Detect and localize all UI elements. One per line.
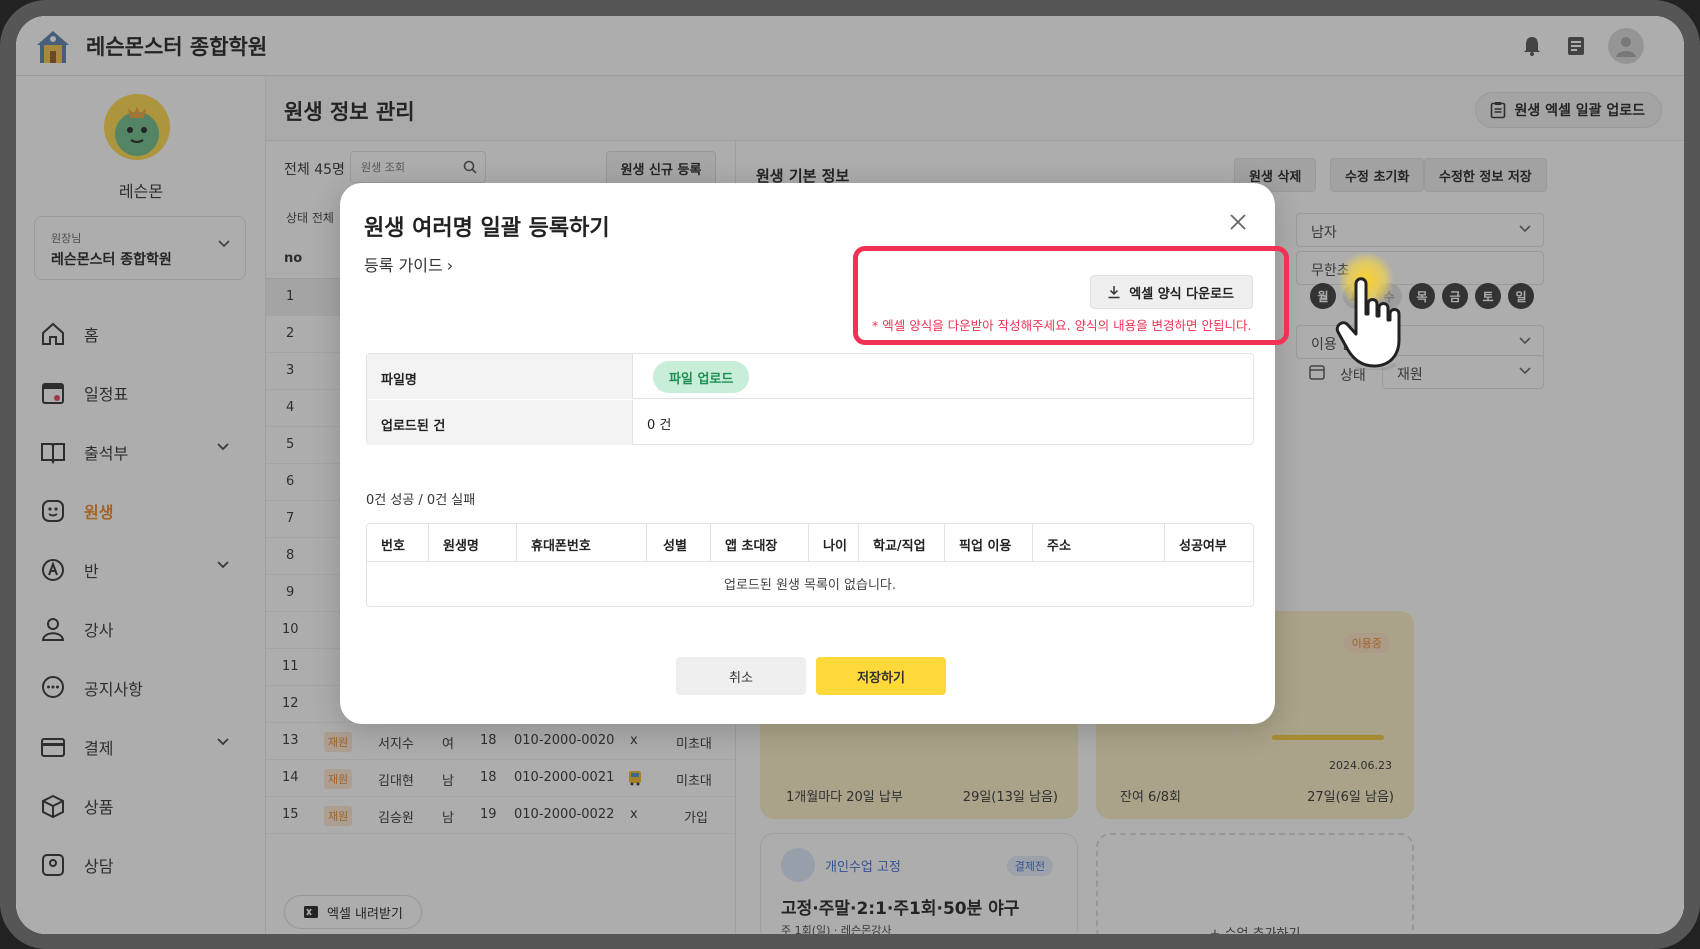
- warning-text: * 엑셀 양식을 다운받아 작성해주세요. 양식의 내용을 변경하면 안됩니다.: [872, 318, 1252, 333]
- chevron-right-icon: ›: [446, 256, 454, 275]
- save-button[interactable]: 저장하기: [816, 657, 946, 695]
- close-icon[interactable]: [1225, 209, 1251, 235]
- col-age: 나이: [809, 524, 859, 562]
- col-school: 학교/직업: [859, 524, 945, 562]
- col-phone: 휴대폰번호: [517, 524, 647, 562]
- col-gender: 성별: [647, 524, 711, 562]
- file-name-row: 파일명 파일 업로드: [367, 354, 1253, 399]
- result-summary: 0건 성공 / 0건 실패: [366, 493, 476, 508]
- uploaded-value: 0 건: [647, 418, 672, 433]
- device-frame: 레슨몬스터 종합학원 레슨몬 원장님 레슨몬스터 종합학원 홈 일정표 출석부 …: [0, 0, 1700, 949]
- modal-title: 원생 여러명 일괄 등록하기: [364, 216, 610, 241]
- col-result: 성공여부: [1179, 539, 1227, 554]
- cancel-button[interactable]: 취소: [676, 657, 806, 695]
- col-app-invite: 앱 초대장: [711, 524, 809, 562]
- uploaded-label: 업로드된 건: [367, 400, 633, 445]
- file-name-label: 파일명: [367, 354, 633, 399]
- result-table-header: 번호 원생명 휴대폰번호 성별 앱 초대장 나이 학교/직업 픽업 이용 주소 …: [367, 524, 1253, 562]
- template-download-label: 엑셀 양식 다운로드: [1129, 286, 1234, 302]
- highlight-box: 엑셀 양식 다운로드 * 엑셀 양식을 다운받아 작성해주세요. 양식의 내용을…: [853, 246, 1289, 345]
- excel-template-download-button[interactable]: 엑셀 양식 다운로드: [1090, 275, 1253, 309]
- empty-state: 업로드된 원생 목록이 없습니다.: [723, 578, 896, 593]
- download-icon: [1108, 286, 1120, 299]
- hand-cursor-icon: [1335, 277, 1401, 370]
- col-number: 번호: [367, 524, 429, 562]
- upload-result-table: 번호 원생명 휴대폰번호 성별 앱 초대장 나이 학교/직업 픽업 이용 주소 …: [366, 523, 1254, 607]
- col-pickup: 픽업 이용: [945, 524, 1033, 562]
- guide-label: 등록 가이드: [364, 256, 443, 275]
- app-screen: 레슨몬스터 종합학원 레슨몬 원장님 레슨몬스터 종합학원 홈 일정표 출석부 …: [16, 16, 1684, 934]
- file-upload-button[interactable]: 파일 업로드: [653, 361, 750, 393]
- registration-guide-link[interactable]: 등록 가이드 ›: [364, 252, 453, 276]
- col-name: 원생명: [429, 524, 517, 562]
- col-address: 주소: [1033, 524, 1165, 562]
- file-info-table: 파일명 파일 업로드 업로드된 건 0 건: [366, 353, 1254, 445]
- uploaded-count-row: 업로드된 건 0 건: [367, 400, 1253, 445]
- bulk-register-modal: 원생 여러명 일괄 등록하기 등록 가이드 › 엑셀 양식 다운로드 * 엑셀 양…: [340, 183, 1289, 724]
